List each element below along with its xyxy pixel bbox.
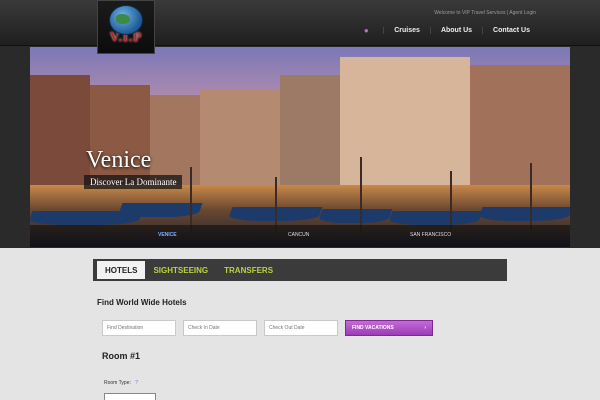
tab-hotels[interactable]: HOTELS — [97, 261, 146, 279]
welcome-label: Welcome to VIP Travel Services — [434, 10, 506, 16]
agent-login-link[interactable]: Agent Login — [509, 10, 536, 16]
slide-tab-venice[interactable]: VENICE — [158, 232, 177, 238]
room-type-select[interactable] — [104, 393, 156, 400]
booking-tabs: HOTELS SIGHTSEEING TRANSFERS — [93, 259, 507, 281]
building — [150, 95, 200, 185]
help-icon[interactable]: ? — [135, 380, 138, 386]
vip-logo[interactable]: V.I.P — [97, 0, 155, 54]
booking-panel: HOTELS SIGHTSEEING TRANSFERS Find World … — [0, 248, 600, 400]
room-title: Room #1 — [102, 351, 141, 361]
checkin-date-input[interactable] — [183, 320, 257, 336]
arrow-right-icon: › — [424, 325, 426, 331]
room-type-row: Room Type: ? — [104, 380, 138, 386]
header: V.I.P Welcome to VIP Travel Services | A… — [0, 0, 600, 54]
tab-sightseeing[interactable]: SIGHTSEEING — [145, 261, 216, 279]
globe-icon — [109, 5, 143, 35]
room-type-label: Room Type: — [104, 380, 131, 386]
gondola — [387, 211, 483, 225]
welcome-text: Welcome to VIP Travel Services | Agent L… — [434, 10, 536, 16]
gondola — [477, 207, 570, 221]
nav-about-us[interactable]: About Us — [429, 26, 482, 34]
find-hotels-heading: Find World Wide Hotels — [97, 298, 187, 307]
gondola — [317, 209, 393, 223]
building — [470, 65, 570, 185]
building — [30, 75, 90, 185]
find-vacations-label: FIND VACATIONS — [352, 325, 394, 331]
slide-tab-san-francisco[interactable]: SAN FRANCISCO — [410, 232, 451, 238]
hero-banner[interactable]: Venice Discover La Dominante VENICE CANC… — [30, 47, 570, 247]
home-icon[interactable]: ● — [361, 25, 371, 35]
hero-subtitle: Discover La Dominante — [84, 175, 183, 189]
checkout-date-input[interactable] — [264, 320, 338, 336]
nav-cruises[interactable]: Cruises — [383, 26, 430, 34]
slide-tab-cancun[interactable]: CANCUN — [288, 232, 309, 238]
main-nav: ● Cruises About Us Contact Us — [361, 22, 540, 38]
hero-slide-tabs: VENICE CANCUN SAN FRANCISCO — [30, 225, 570, 247]
hero-title: Venice — [86, 147, 152, 173]
building — [200, 90, 280, 185]
tab-transfers[interactable]: TRANSFERS — [216, 261, 281, 279]
nav-contact-us[interactable]: Contact Us — [482, 26, 540, 34]
destination-input[interactable] — [102, 320, 176, 336]
find-vacations-button[interactable]: FIND VACATIONS › — [345, 320, 433, 336]
building — [280, 75, 340, 185]
